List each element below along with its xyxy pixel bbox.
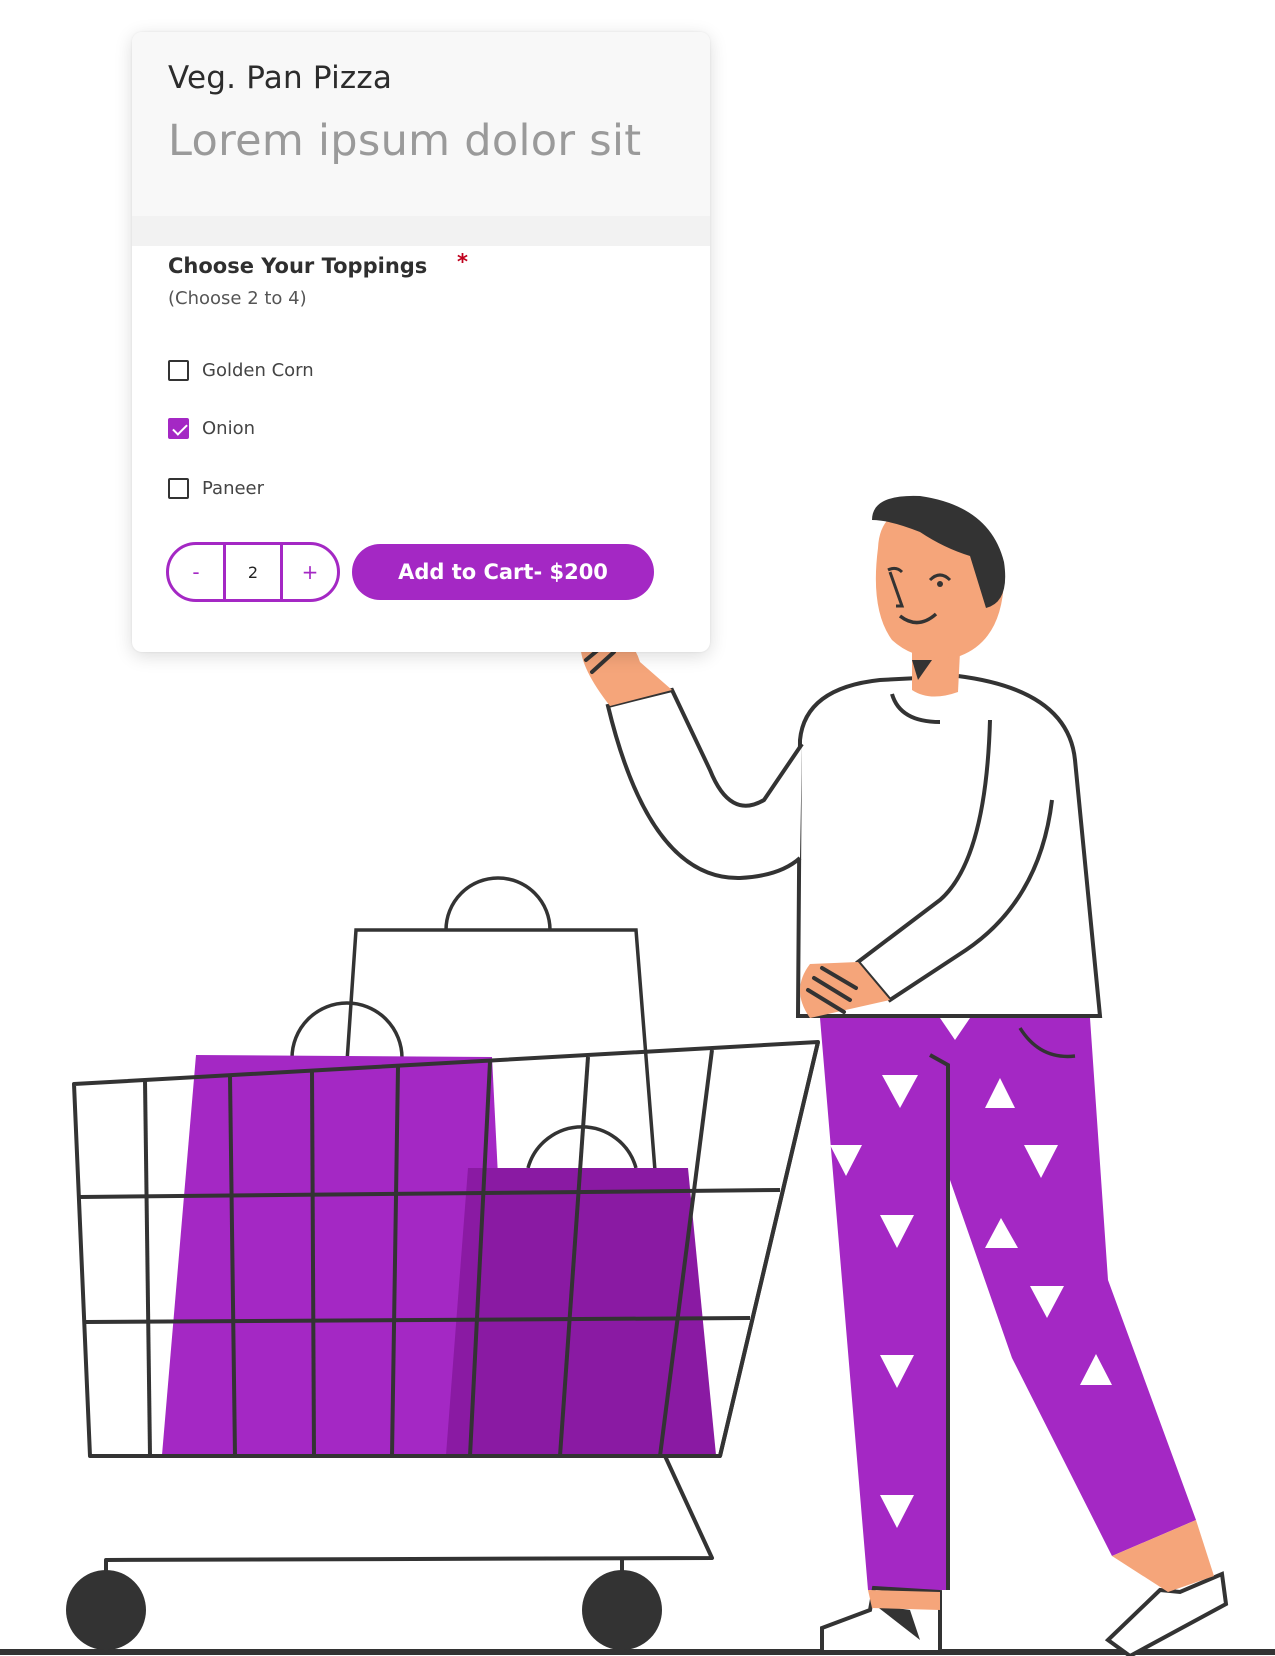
- topping-option-golden-corn[interactable]: Golden Corn: [168, 360, 314, 381]
- required-asterisk: *: [457, 250, 468, 274]
- topping-label: Golden Corn: [202, 360, 314, 381]
- header-divider: [132, 216, 710, 246]
- toppings-heading: Choose Your Toppings: [168, 254, 428, 278]
- checkbox-onion[interactable]: [168, 418, 189, 439]
- increment-button[interactable]: +: [283, 545, 337, 599]
- checkbox-golden-corn[interactable]: [168, 360, 189, 381]
- topping-option-onion[interactable]: Onion: [168, 418, 255, 439]
- topping-label: Paneer: [202, 478, 265, 499]
- product-subtitle: Lorem ipsum dolor sit: [168, 116, 642, 166]
- topping-label: Onion: [202, 418, 255, 439]
- dark-purple-bag: [446, 1168, 716, 1455]
- product-card: Veg. Pan Pizza Lorem ipsum dolor sit Cho…: [132, 32, 710, 652]
- cart-wheel-right: [582, 1570, 662, 1650]
- decrement-button[interactable]: -: [169, 545, 223, 599]
- toppings-hint: (Choose 2 to 4): [168, 288, 307, 309]
- quantity-value[interactable]: 2: [223, 545, 283, 599]
- product-header: Veg. Pan Pizza Lorem ipsum dolor sit: [132, 32, 710, 216]
- toppings-section: Choose Your Toppings * (Choose 2 to 4): [168, 250, 680, 309]
- quantity-stepper: - 2 +: [166, 542, 340, 602]
- cart-wheel-left: [66, 1570, 146, 1650]
- cart-handle: [718, 1041, 820, 1457]
- topping-option-paneer[interactable]: Paneer: [168, 478, 264, 499]
- product-title: Veg. Pan Pizza: [168, 60, 393, 96]
- add-to-cart-button[interactable]: Add to Cart- $200: [352, 544, 654, 600]
- checkbox-paneer[interactable]: [168, 478, 189, 499]
